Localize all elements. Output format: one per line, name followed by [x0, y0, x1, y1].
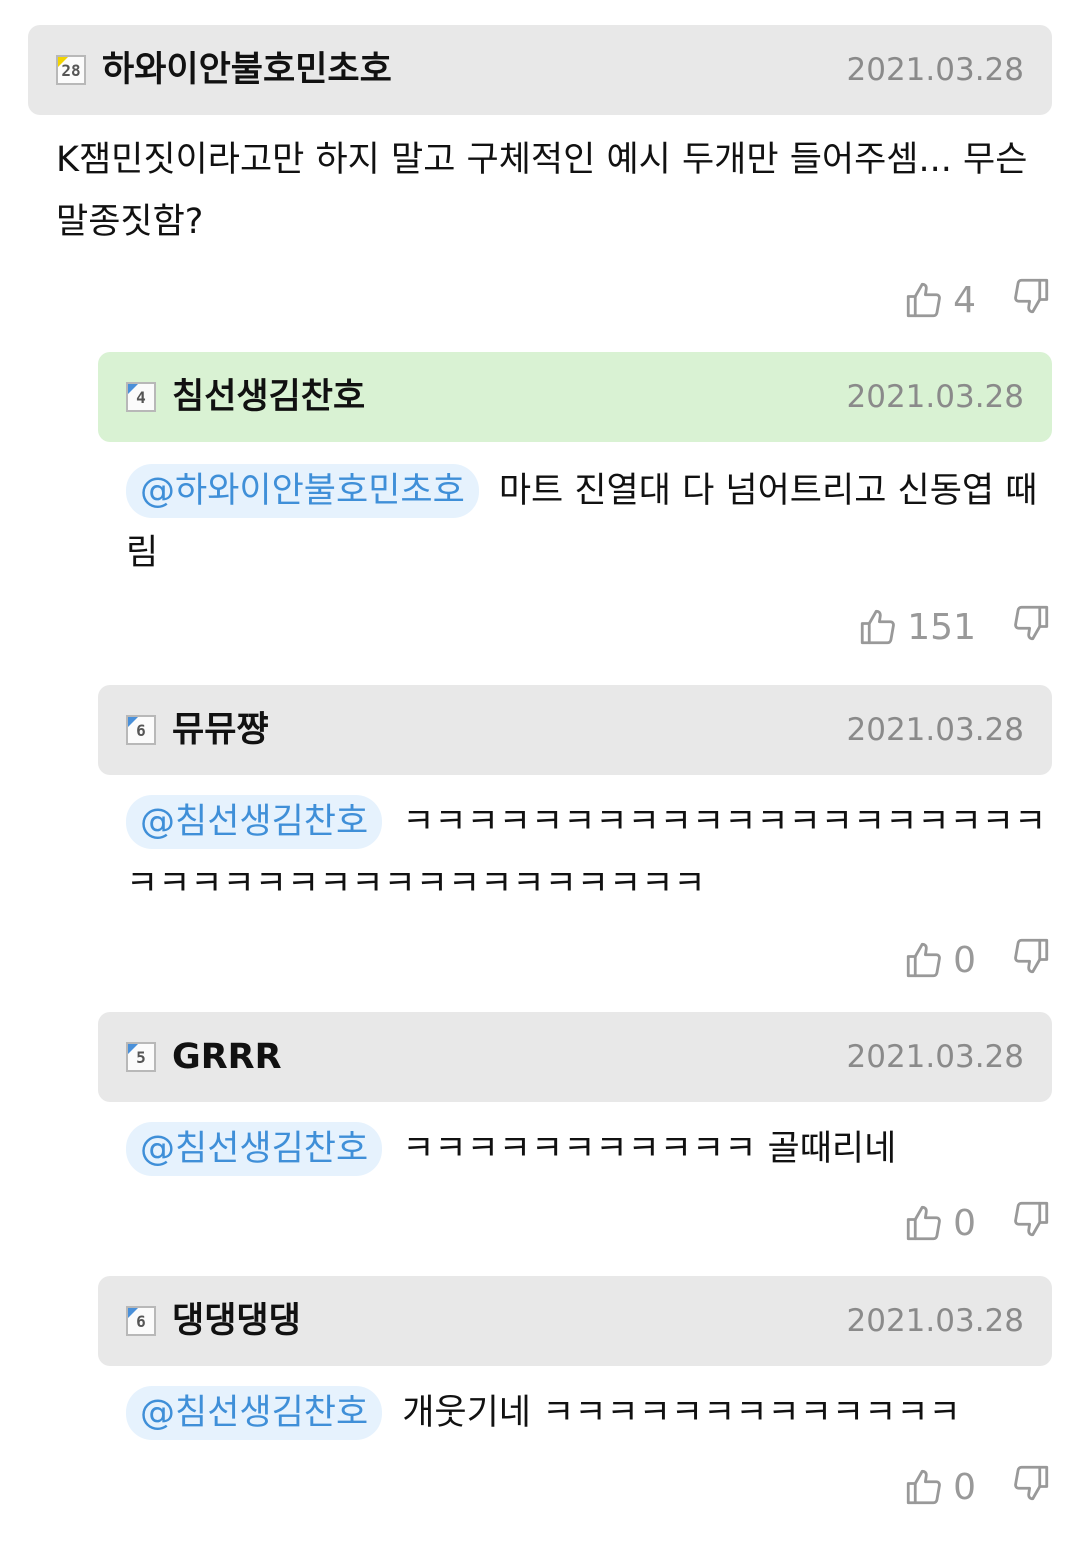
thumbs-down-icon	[1014, 605, 1049, 640]
level-badge-icon: 5	[126, 1042, 156, 1072]
dislike-button[interactable]	[1010, 601, 1052, 654]
level-badge-icon: 6	[126, 715, 156, 745]
comment-header: 6 뮤뮤쨩 2021.03.28	[98, 685, 1052, 775]
username[interactable]: 하와이안불호민초호	[102, 49, 392, 91]
thumbs-up-icon	[906, 942, 941, 978]
thumbs-up-icon	[906, 282, 941, 318]
like-count: 0	[953, 939, 976, 981]
thumbs-down-icon	[1014, 938, 1049, 973]
mention-tag[interactable]: @침선생김찬호	[126, 795, 383, 849]
username[interactable]: 뮤뮤쨩	[172, 709, 269, 751]
mention-tag[interactable]: @침선생김찬호	[126, 1122, 383, 1176]
level-badge-icon: 4	[126, 382, 156, 412]
like-count: 0	[953, 1466, 976, 1508]
like-button[interactable]: 4	[903, 278, 1010, 322]
like-count: 4	[953, 279, 976, 321]
dislike-button[interactable]	[1010, 274, 1052, 327]
username[interactable]: 댕댕댕댕	[172, 1300, 301, 1342]
comment-text: @침선생김찬호 ㅋㅋㅋㅋㅋㅋㅋㅋㅋㅋㅋㅋㅋㅋㅋㅋㅋㅋㅋㅋㅋㅋㅋㅋㅋㅋㅋㅋㅋㅋㅋㅋㅋ…	[126, 791, 1054, 915]
level-badge-icon: 28	[56, 55, 86, 85]
mention-tag[interactable]: @침선생김찬호	[126, 1386, 383, 1440]
comment-date: 2021.03.28	[846, 52, 1025, 88]
thumbs-up-icon	[906, 1205, 941, 1241]
comment-date: 2021.03.28	[846, 379, 1025, 415]
comment-text: @침선생김찬호 ㅋㅋㅋㅋㅋㅋㅋㅋㅋㅋㅋ 골때리네	[126, 1118, 1054, 1180]
comment-text: @하와이안불호민초호 마트 진열대 다 넘어트리고 신동엽 때림	[126, 460, 1054, 584]
comment-text: K잼민짓이라고만 하지 말고 구체적인 예시 두개만 들어주셈... 무슨 말종…	[56, 140, 1028, 242]
username[interactable]: 침선생김찬호	[172, 376, 365, 418]
dislike-button[interactable]	[1010, 934, 1052, 987]
like-button[interactable]: 0	[903, 938, 1010, 982]
thumbs-up-icon	[906, 1469, 941, 1505]
reply: 6 뮤뮤쨩 2021.03.28 @침선생김찬호 ㅋㅋㅋㅋㅋㅋㅋㅋㅋㅋㅋㅋㅋㅋㅋㅋ…	[98, 685, 1080, 995]
comment-header: 6 댕댕댕댕 2021.03.28	[98, 1276, 1052, 1366]
like-button[interactable]: 0	[903, 1201, 1010, 1245]
dislike-button[interactable]	[1010, 1461, 1052, 1514]
comment-header: 4 침선생김찬호 2021.03.28	[98, 352, 1052, 442]
username[interactable]: GRRR	[172, 1036, 282, 1078]
like-button[interactable]: 0	[903, 1465, 1010, 1509]
comment-date: 2021.03.28	[846, 1303, 1025, 1339]
reply: 4 침선생김찬호 2021.03.28 @하와이안불호민초호 마트 진열대 다 넘…	[98, 352, 1080, 662]
thumbs-down-icon	[1014, 278, 1049, 313]
like-count: 151	[907, 606, 976, 648]
reply: 5 GRRR 2021.03.28 @침선생김찬호 ㅋㅋㅋㅋㅋㅋㅋㅋㅋㅋㅋ 골때리…	[98, 1012, 1080, 1262]
vote-bar: 151	[857, 602, 1052, 652]
like-count: 0	[953, 1202, 976, 1244]
comment-header: 28 하와이안불호민초호 2021.03.28	[28, 25, 1052, 115]
vote-bar: 0	[903, 1198, 1052, 1248]
like-button[interactable]: 151	[857, 605, 1010, 649]
comment-header: 5 GRRR 2021.03.28	[98, 1012, 1052, 1102]
vote-bar: 0	[903, 935, 1052, 985]
thumbs-down-icon	[1014, 1465, 1049, 1500]
comment-list: 28 하와이안불호민초호 2021.03.28 K잼민짓이라고만 하지 말고 구…	[0, 0, 1080, 1562]
thumbs-down-icon	[1014, 1201, 1049, 1236]
dislike-button[interactable]	[1010, 1197, 1052, 1250]
level-badge-icon: 6	[126, 1306, 156, 1336]
vote-bar: 0	[903, 1462, 1052, 1512]
comment-date: 2021.03.28	[846, 712, 1025, 748]
reply: 6 댕댕댕댕 2021.03.28 @침선생김찬호 개웃기네 ㅋㅋㅋㅋㅋㅋㅋㅋㅋㅋ…	[98, 1276, 1080, 1526]
comment-date: 2021.03.28	[846, 1039, 1025, 1075]
comment: 28 하와이안불호민초호 2021.03.28 K잼민짓이라고만 하지 말고 구…	[28, 25, 1080, 335]
vote-bar: 4	[903, 275, 1052, 325]
comment-text: @침선생김찬호 개웃기네 ㅋㅋㅋㅋㅋㅋㅋㅋㅋㅋㅋㅋㅋ	[126, 1382, 1054, 1444]
thumbs-up-icon	[861, 609, 896, 645]
mention-tag[interactable]: @하와이안불호민초호	[126, 464, 479, 518]
